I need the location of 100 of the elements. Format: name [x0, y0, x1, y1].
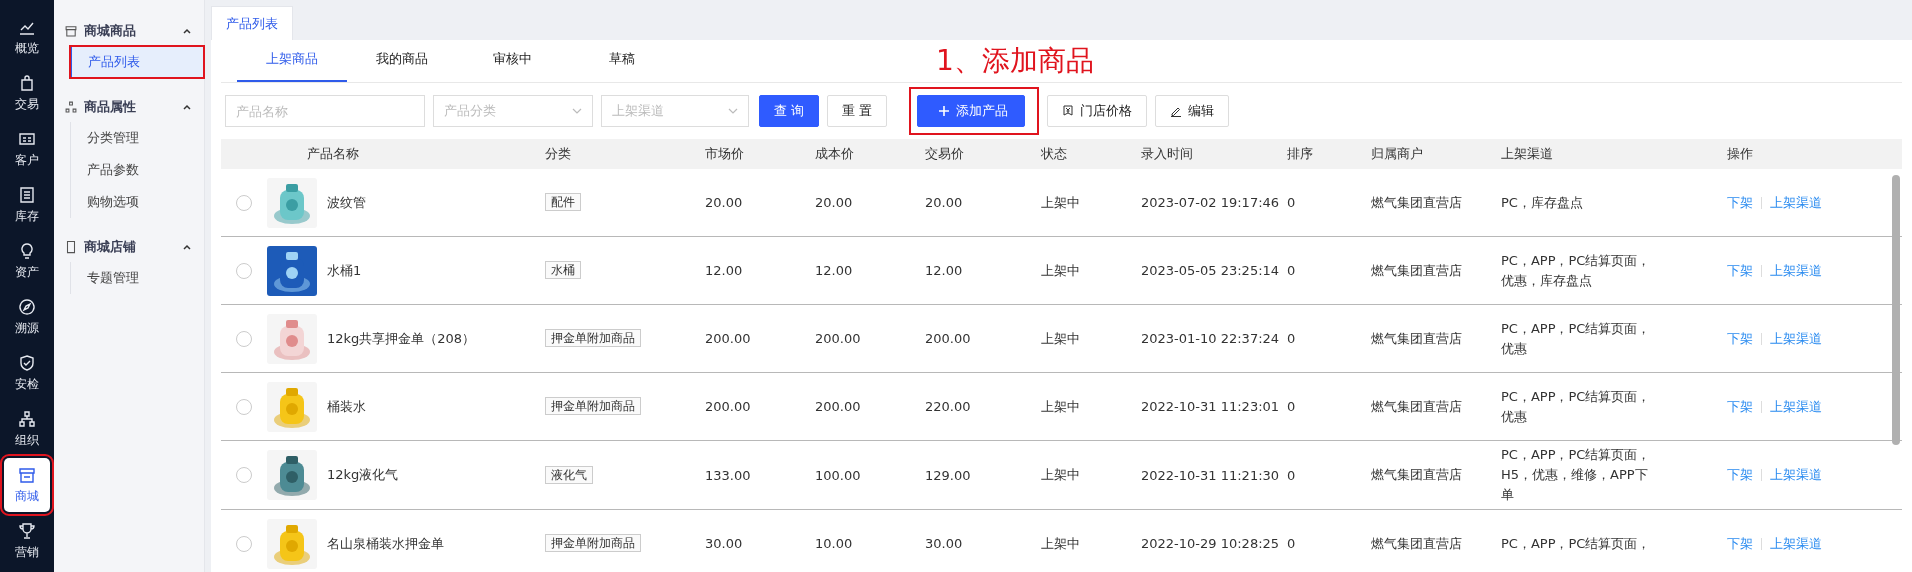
row-radio[interactable]: [236, 467, 252, 483]
action-link[interactable]: 下架: [1727, 466, 1753, 484]
action-link[interactable]: 上架渠道: [1770, 466, 1822, 484]
nav-icon: [17, 185, 37, 205]
tab[interactable]: 上架商品: [237, 50, 347, 82]
nav-icon: [17, 465, 37, 485]
table-cell-text: 30.00: [925, 536, 964, 551]
chevron-down-icon: [728, 106, 738, 116]
nav-item[interactable]: 安检: [4, 346, 50, 400]
table-cell-text: PC，库存盘点: [1501, 193, 1584, 212]
category-tag: 押金单附加商品: [545, 397, 641, 415]
nav-item[interactable]: 库存: [4, 178, 50, 232]
plus-icon: [938, 105, 951, 117]
table-cell-text: 2022-10-31 11:21:30: [1141, 467, 1281, 483]
name-input-field[interactable]: 产品名称: [225, 95, 425, 127]
product-name: 桶装水: [327, 397, 366, 416]
nav-item[interactable]: 资产: [4, 234, 50, 288]
sidebar-item[interactable]: 产品参数: [71, 154, 204, 186]
sidebar-group-header[interactable]: 商城店铺: [54, 232, 204, 262]
category-tag: 押金单附加商品: [545, 329, 641, 347]
nav-item[interactable]: 溯源: [4, 290, 50, 344]
column-header: 交易价: [925, 145, 965, 163]
column-header: 市场价: [705, 145, 745, 163]
nav-item[interactable]: 组织: [4, 402, 50, 456]
action-link[interactable]: 下架: [1727, 397, 1753, 416]
store-price-button[interactable]: 门店价格: [1047, 95, 1148, 127]
table-cell-text: 上架中: [1041, 534, 1081, 553]
tab[interactable]: 我的商品: [347, 50, 457, 82]
sidebar-item[interactable]: 购物选项: [71, 186, 204, 218]
action-link[interactable]: 上架渠道: [1770, 397, 1822, 416]
action-link[interactable]: 下架: [1727, 261, 1753, 280]
column-header: 成本价: [815, 145, 855, 163]
table-cell-text: PC，APP，PC结算页面，优惠: [1501, 319, 1652, 358]
table-cell-text: 200.00: [925, 331, 972, 346]
column-header: 产品名称: [306, 145, 360, 163]
category-tag: 水桶: [545, 261, 581, 279]
table-cell-text: 2023-01-10 22:37:24: [1141, 331, 1281, 346]
tab[interactable]: 审核中: [457, 50, 567, 82]
category-tag: 配件: [545, 193, 581, 211]
sidebar-item[interactable]: 专题管理: [71, 262, 204, 294]
column-header: 排序: [1287, 145, 1314, 163]
table-cell-text: 燃气集团直营店: [1371, 397, 1463, 416]
table-cell-text: 燃气集团直营店: [1371, 534, 1463, 553]
nav-icon: [17, 521, 37, 541]
action-link[interactable]: 下架: [1727, 193, 1753, 212]
nav-item[interactable]: 营销: [4, 514, 50, 568]
table-cell-text: 上架中: [1041, 466, 1081, 484]
table-cell-text: PC，APP，PC结算页面，优惠: [1501, 387, 1652, 426]
nav-item[interactable]: 概览: [4, 10, 50, 64]
page-tab[interactable]: 产品列表: [211, 6, 293, 40]
search-button[interactable]: 查 询: [759, 95, 820, 127]
chevron-down-icon: [572, 106, 582, 116]
table-cell-text: PC，APP，PC结算页面，H5，优惠，维修，APP下单: [1501, 446, 1652, 504]
product-name: 名山泉桶装水押金单: [327, 534, 444, 553]
table-cell-text: 2022-10-29 10:28:25: [1141, 536, 1281, 551]
table-cell-text: 上架中: [1041, 329, 1081, 348]
nav-item[interactable]: 客户: [4, 122, 50, 176]
table-cell-text: 燃气集团直营店: [1371, 261, 1463, 280]
sidebar-item[interactable]: 产品列表: [70, 46, 204, 78]
sidebar-group-header[interactable]: 商品属性: [54, 92, 204, 122]
table-cell-text: 燃气集团直营店: [1371, 466, 1463, 484]
action-link[interactable]: 下架: [1727, 534, 1753, 553]
table-cell-text: 0: [1287, 263, 1297, 278]
table-cell-text: 2023-07-02 19:17:46: [1141, 195, 1281, 210]
action-link[interactable]: 上架渠道: [1770, 534, 1822, 553]
table-cell-text: 0: [1287, 195, 1297, 210]
action-link[interactable]: 上架渠道: [1770, 261, 1822, 280]
chevron-icon: [182, 102, 192, 112]
table-cell-text: 129.00: [925, 467, 972, 483]
reset-button[interactable]: 重 置: [827, 95, 888, 127]
table-cell-text: 20.00: [705, 195, 744, 210]
table-cell-text: 12.00: [815, 263, 854, 278]
pencil-icon: [1170, 105, 1183, 117]
group-icon: [64, 240, 78, 254]
table-cell-text: 0: [1287, 399, 1297, 414]
column-header: 归属商户: [1371, 145, 1424, 163]
table-cell-text: PC，APP，PC结算页面，优惠，库存盘点: [1501, 251, 1652, 290]
annotation-text: 1、添加商品: [936, 43, 1094, 79]
sidebar-item[interactable]: 分类管理: [71, 122, 204, 154]
table-cell-text: 200.00: [705, 399, 752, 414]
table-cell-text: 20.00: [925, 195, 964, 210]
nav-item[interactable]: 交易: [4, 66, 50, 120]
table-cell-text: 燃气集团直营店: [1371, 329, 1463, 348]
add-button[interactable]: 添加产品: [917, 95, 1026, 127]
table-cell-text: 20.00: [815, 195, 854, 210]
column-header: 状态: [1041, 145, 1068, 163]
scrollbar-thumb[interactable]: [1892, 175, 1900, 445]
category-tag: 液化气: [545, 465, 593, 484]
action-link[interactable]: 下架: [1727, 329, 1753, 348]
table-cell-text: 上架中: [1041, 193, 1081, 212]
action-link[interactable]: 上架渠道: [1770, 329, 1822, 348]
product-name: 波纹管: [327, 193, 366, 212]
tab[interactable]: 草稿: [567, 50, 677, 82]
edit-button[interactable]: 编辑: [1155, 95, 1230, 127]
chevron-icon: [182, 26, 192, 36]
chevron-icon: [182, 242, 192, 252]
action-link[interactable]: 上架渠道: [1770, 193, 1822, 212]
sidebar-group-header[interactable]: 商城商品: [54, 16, 204, 46]
table-cell-text: 上架中: [1041, 397, 1081, 416]
table-cell-text: 200.00: [705, 331, 752, 346]
